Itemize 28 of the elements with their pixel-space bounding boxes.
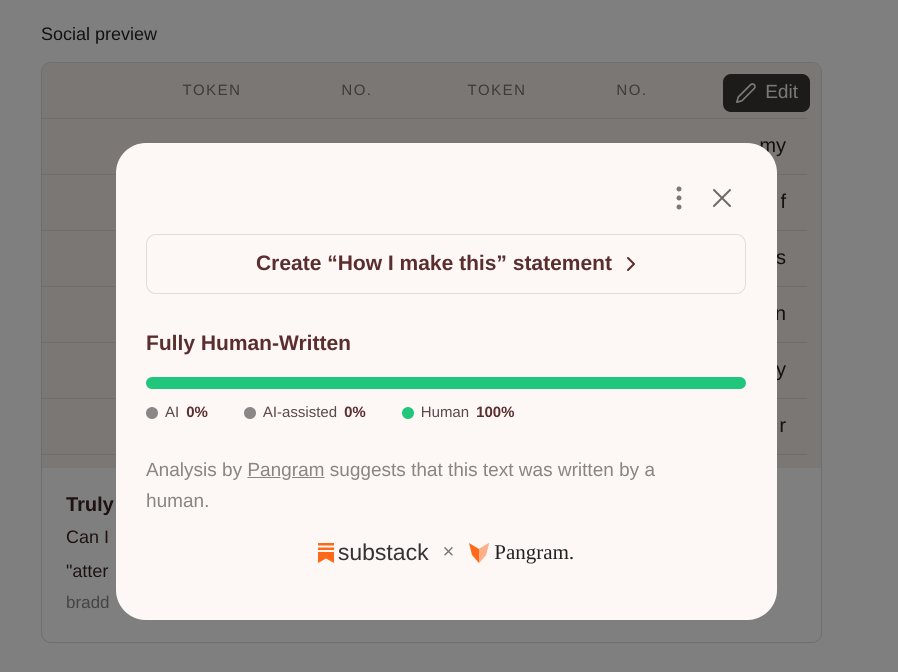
column-header: NO.: [615, 82, 649, 99]
create-statement-button[interactable]: Create “How I make this” statement: [146, 234, 746, 294]
separator-text: ×: [442, 541, 454, 564]
verdict-title: Fully Human-Written: [146, 332, 352, 356]
edit-button[interactable]: Edit: [723, 74, 810, 112]
column-header: NO.: [340, 82, 374, 99]
post-title: Truly: [66, 494, 114, 517]
chevron-right-icon: [626, 256, 636, 272]
legend-item: Human 100%: [402, 404, 514, 421]
analysis-text: Analysis by Pangram suggests that this text was written by a human.: [146, 459, 656, 514]
post-byline: bradd: [66, 593, 110, 613]
pangram-logo: Pangram.: [468, 540, 574, 565]
substack-logo: substack: [318, 539, 429, 566]
more-icon[interactable]: [676, 186, 682, 210]
post-excerpt: "atter: [66, 560, 108, 583]
post-excerpt: Can I: [66, 526, 110, 549]
pangram-link[interactable]: Pangram: [247, 460, 324, 481]
table-cell: s: [776, 247, 786, 270]
legend-item: AI-assisted 0%: [244, 404, 366, 421]
table-cell: f: [780, 191, 786, 214]
column-header: TOKEN: [466, 82, 528, 99]
column-header: TOKEN: [182, 82, 242, 99]
legend-item: AI 0%: [146, 404, 208, 421]
table-cell: y: [776, 359, 786, 382]
close-icon[interactable]: [712, 188, 732, 208]
section-title: Social preview: [41, 24, 158, 46]
pencil-icon: [735, 82, 758, 104]
table-cell: r: [779, 415, 786, 438]
